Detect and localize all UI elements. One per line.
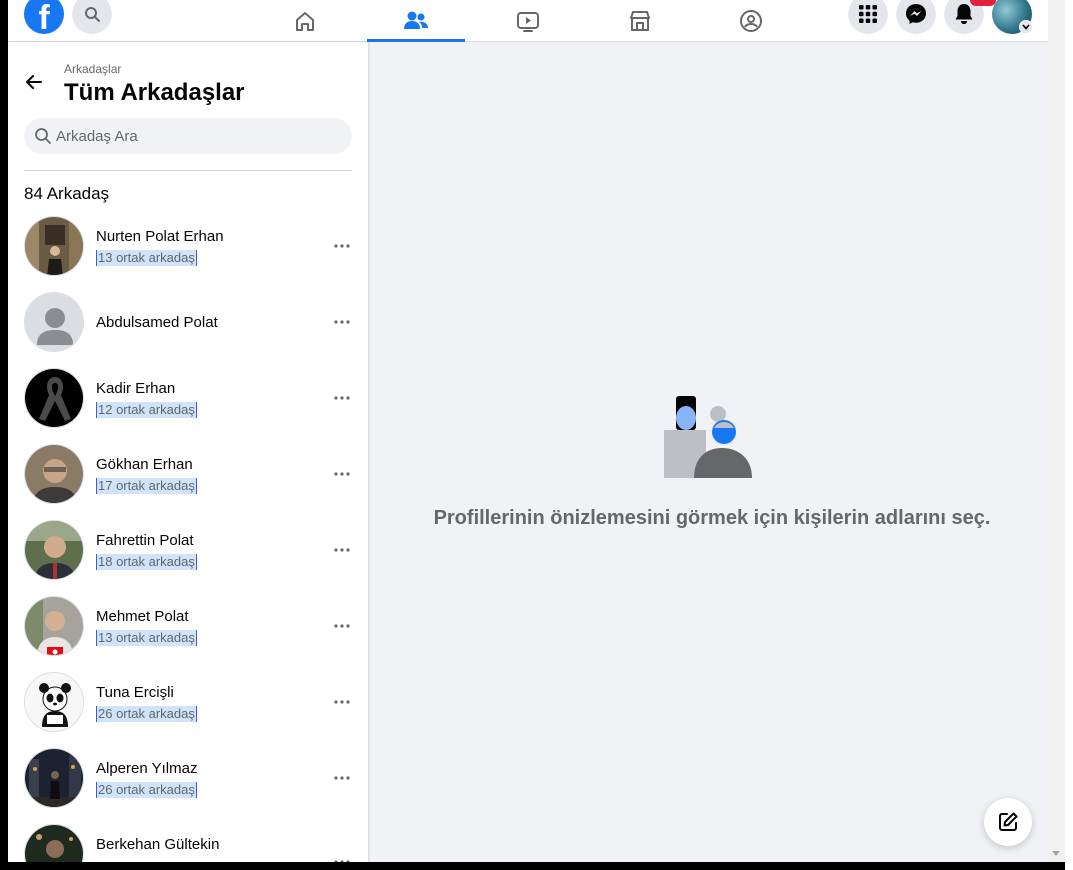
avatar[interactable] [24, 368, 84, 428]
mutual-friends-count[interactable]: 18 ortak arkadaş [96, 554, 197, 570]
account-menu-chevron-icon[interactable] [1019, 20, 1033, 34]
friend-list-item[interactable]: Mehmet Polat 13 ortak arkadaş [24, 596, 354, 660]
more-options-button[interactable] [328, 538, 356, 562]
avatar[interactable] [24, 596, 84, 656]
facebook-logo-icon[interactable]: f [24, 0, 64, 34]
friend-name[interactable]: Mehmet Polat [96, 608, 189, 625]
avatar[interactable] [24, 216, 84, 276]
friend-search-box[interactable] [24, 118, 352, 154]
friend-name[interactable]: Abdulsamed Polat [96, 314, 218, 331]
window-edge [1065, 0, 1073, 870]
home-icon [296, 12, 314, 31]
friends-preview-illustration [664, 396, 752, 478]
mutual-friends-count[interactable]: 26 ortak arkadaş [96, 706, 197, 722]
bell-icon [955, 4, 973, 24]
friend-list-item[interactable]: Abdulsamed Polat [24, 292, 354, 356]
friends-icon [404, 11, 428, 29]
more-dots-icon [334, 472, 350, 476]
friend-name[interactable]: Tuna Ercişli [96, 684, 174, 701]
friend-list-item[interactable]: Fahrettin Polat 18 ortak arkadaş [24, 520, 354, 584]
vertical-scrollbar[interactable] [1048, 0, 1065, 862]
friend-name[interactable]: Gökhan Erhan [96, 456, 193, 473]
notification-count-badge: 20 [970, 0, 996, 6]
more-options-button[interactable] [328, 766, 356, 790]
arrow-left-icon [26, 75, 42, 89]
marketplace-icon [630, 11, 650, 31]
friend-list-item[interactable]: Gökhan Erhan 17 ortak arkadaş [24, 444, 354, 508]
friend-search-input[interactable] [56, 127, 336, 145]
menu-button[interactable] [848, 0, 888, 34]
breadcrumb[interactable]: Arkadaşlar [64, 62, 121, 76]
divider [24, 170, 352, 171]
more-options-button[interactable] [328, 310, 356, 334]
avatar[interactable] [24, 444, 84, 504]
empty-state-message: Profillerinin önizlemesini görmek için k… [433, 507, 991, 529]
groups-icon [740, 10, 762, 32]
app-frame: f 20 [8, 0, 1048, 862]
tab-groups[interactable] [702, 0, 800, 42]
avatar[interactable] [24, 292, 84, 352]
more-dots-icon [334, 548, 350, 552]
friend-list-item[interactable]: Nurten Polat Erhan 13 ortak arkadaş [24, 216, 354, 280]
scroll-down-arrow-icon[interactable] [1052, 851, 1060, 856]
avatar[interactable] [24, 520, 84, 580]
mutual-friends-count[interactable]: 13 ortak arkadaş [96, 250, 197, 266]
friend-name[interactable]: Fahrettin Polat [96, 532, 194, 549]
messenger-icon [906, 4, 926, 24]
more-options-button[interactable] [328, 850, 356, 862]
grid-menu-icon [859, 5, 877, 23]
friend-list-item[interactable]: Berkehan Gültekin [24, 824, 354, 862]
search-button[interactable] [72, 0, 112, 34]
messenger-button[interactable] [896, 0, 936, 34]
tab-home[interactable] [256, 0, 354, 42]
friend-list-item[interactable]: Tuna Ercişli 26 ortak arkadaş [24, 672, 354, 736]
avatar[interactable] [24, 748, 84, 808]
more-options-button[interactable] [328, 614, 356, 638]
avatar[interactable] [24, 824, 84, 862]
friend-name[interactable]: Alperen Yılmaz [96, 760, 197, 777]
friend-name[interactable]: Nurten Polat Erhan [96, 228, 224, 245]
more-dots-icon [334, 860, 350, 862]
mutual-friends-count[interactable]: 17 ortak arkadaş [96, 478, 197, 494]
mutual-friends-count[interactable]: 12 ortak arkadaş [96, 402, 197, 418]
search-icon [85, 7, 100, 22]
more-dots-icon [334, 396, 350, 400]
mutual-friends-count[interactable]: 26 ortak arkadaş [96, 782, 197, 798]
friends-sidebar: Arkadaşlar Tüm Arkadaşlar 84 Arkadaş Nur… [8, 42, 368, 862]
back-button[interactable] [22, 70, 46, 94]
more-dots-icon [334, 624, 350, 628]
tab-friends[interactable] [367, 0, 465, 42]
more-dots-icon [334, 244, 350, 248]
friend-list-item[interactable]: Alperen Yılmaz 26 ortak arkadaş [24, 748, 354, 812]
friend-count: 84 Arkadaş [24, 184, 110, 203]
tab-marketplace[interactable] [591, 0, 689, 42]
compose-edit-icon [999, 812, 1018, 831]
friend-list-item[interactable]: Kadir Erhan 12 ortak arkadaş [24, 368, 354, 432]
top-navigation-bar: f 20 [8, 0, 1048, 42]
search-icon [35, 128, 51, 144]
tab-watch[interactable] [479, 0, 577, 42]
more-options-button[interactable] [328, 386, 356, 410]
more-dots-icon [334, 320, 350, 324]
more-options-button[interactable] [328, 234, 356, 258]
more-options-button[interactable] [328, 690, 356, 714]
page-title: Tüm Arkadaşlar [64, 79, 245, 106]
more-dots-icon [334, 700, 350, 704]
new-message-button[interactable] [984, 798, 1032, 846]
friend-name[interactable]: Berkehan Gültekin [96, 836, 219, 853]
mutual-friends-count[interactable]: 13 ortak arkadaş [96, 630, 197, 646]
more-dots-icon [334, 776, 350, 780]
friend-name[interactable]: Kadir Erhan [96, 380, 175, 397]
logo-letter: f [38, 0, 50, 34]
more-options-button[interactable] [328, 462, 356, 486]
watch-icon [517, 12, 539, 32]
avatar[interactable] [24, 672, 84, 732]
